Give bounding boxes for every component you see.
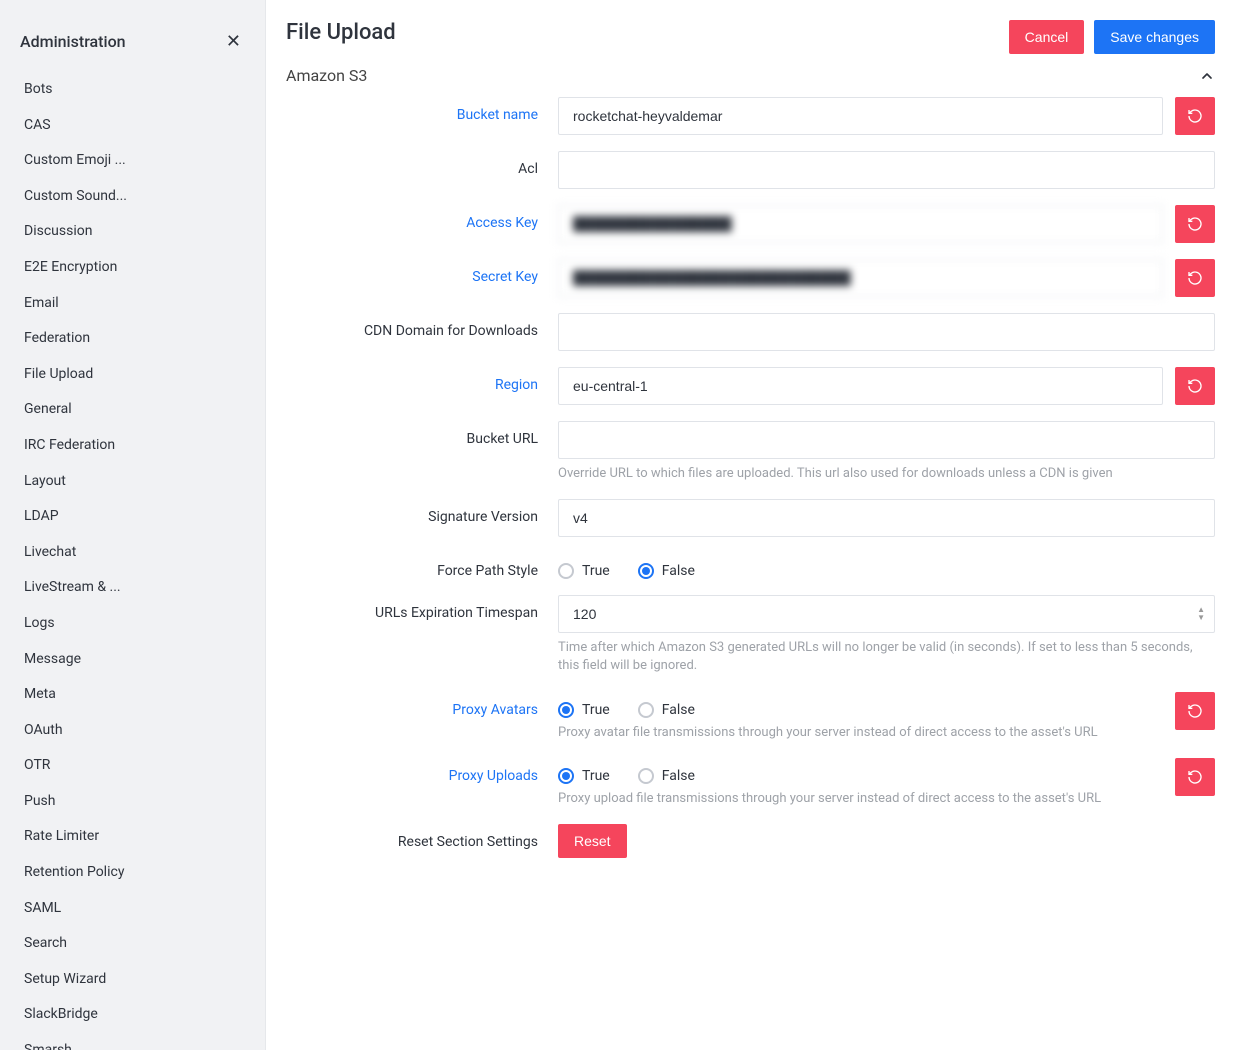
row-region: Region <box>286 367 1215 405</box>
input-cdn-domain[interactable] <box>558 313 1215 351</box>
section-header[interactable]: Amazon S3 <box>286 62 1215 97</box>
help-bucket-url: Override URL to which files are uploaded… <box>558 465 1215 483</box>
sidebar-title: Administration <box>20 32 126 51</box>
sidebar-item-search[interactable]: Search <box>0 926 265 962</box>
row-acl: Acl <box>286 151 1215 189</box>
sidebar-item-retention-policy[interactable]: Retention Policy <box>0 855 265 891</box>
label-cdn-domain: CDN Domain for Downloads <box>286 313 538 339</box>
header-actions: Cancel Save changes <box>1009 20 1215 54</box>
row-cdn-domain: CDN Domain for Downloads <box>286 313 1215 351</box>
label-bucket-name: Bucket name <box>286 97 538 123</box>
radio-proxy-avatars-false[interactable]: False <box>638 702 695 718</box>
reset-proxy-avatars-button[interactable] <box>1175 692 1215 730</box>
page-title: File Upload <box>286 20 396 45</box>
page-header: File Upload Cancel Save changes <box>286 20 1215 54</box>
sidebar-item-file-upload[interactable]: File Upload <box>0 357 265 393</box>
radio-proxy-avatars: True False <box>558 692 1163 718</box>
reset-region-button[interactable] <box>1175 367 1215 405</box>
row-proxy-avatars: Proxy Avatars True False Proxy avatar fi… <box>286 692 1215 742</box>
sidebar-item-irc-federation[interactable]: IRC Federation <box>0 428 265 464</box>
sidebar-item-push[interactable]: Push <box>0 784 265 820</box>
input-acl[interactable] <box>558 151 1215 189</box>
reset-access-key-button[interactable] <box>1175 205 1215 243</box>
radio-proxy-avatars-true[interactable]: True <box>558 702 610 718</box>
reset-secret-key-button[interactable] <box>1175 259 1215 297</box>
main-content: File Upload Cancel Save changes Amazon S… <box>266 0 1245 1050</box>
sidebar-item-saml[interactable]: SAML <box>0 891 265 927</box>
input-signature-version[interactable] <box>558 499 1215 537</box>
input-bucket-url[interactable] <box>558 421 1215 459</box>
input-urls-expiration[interactable] <box>558 595 1215 633</box>
label-force-path-style: Force Path Style <box>286 553 538 579</box>
sidebar-header: Administration ✕ <box>0 18 265 72</box>
input-secret-key[interactable] <box>558 259 1163 297</box>
sidebar-item-custom-sound[interactable]: Custom Sound... <box>0 179 265 215</box>
label-proxy-avatars: Proxy Avatars <box>286 692 538 718</box>
reset-bucket-name-button[interactable] <box>1175 97 1215 135</box>
sidebar-item-custom-emoji[interactable]: Custom Emoji ... <box>0 143 265 179</box>
sidebar-item-rate-limiter[interactable]: Rate Limiter <box>0 819 265 855</box>
sidebar-item-livestream[interactable]: LiveStream & ... <box>0 570 265 606</box>
save-changes-button[interactable]: Save changes <box>1094 20 1215 54</box>
sidebar-item-bots[interactable]: Bots <box>0 72 265 108</box>
sidebar-item-e2e-encryption[interactable]: E2E Encryption <box>0 250 265 286</box>
radio-force-path-true[interactable]: True <box>558 563 610 579</box>
row-bucket-url: Bucket URL Override URL to which files a… <box>286 421 1215 483</box>
help-urls-expiration: Time after which Amazon S3 generated URL… <box>558 639 1215 675</box>
row-urls-expiration: URLs Expiration Timespan ▲▼ Time after w… <box>286 595 1215 675</box>
sidebar-item-slackbridge[interactable]: SlackBridge <box>0 997 265 1033</box>
row-access-key: Access Key <box>286 205 1215 243</box>
label-signature-version: Signature Version <box>286 499 538 525</box>
input-bucket-name[interactable] <box>558 97 1163 135</box>
label-urls-expiration: URLs Expiration Timespan <box>286 595 538 621</box>
sidebar-item-livechat[interactable]: Livechat <box>0 535 265 571</box>
row-force-path-style: Force Path Style True False <box>286 553 1215 579</box>
row-reset-section: Reset Section Settings Reset <box>286 824 1215 858</box>
help-proxy-avatars: Proxy avatar file transmissions through … <box>558 724 1163 742</box>
sidebar-item-federation[interactable]: Federation <box>0 321 265 357</box>
sidebar-item-cas[interactable]: CAS <box>0 108 265 144</box>
sidebar-item-email[interactable]: Email <box>0 286 265 322</box>
sidebar-item-layout[interactable]: Layout <box>0 464 265 500</box>
reset-proxy-uploads-button[interactable] <box>1175 758 1215 796</box>
sidebar: Administration ✕ BotsCASCustom Emoji ...… <box>0 0 266 1050</box>
sidebar-item-oauth[interactable]: OAuth <box>0 713 265 749</box>
input-region[interactable] <box>558 367 1163 405</box>
radio-force-path-style: True False <box>558 553 1215 579</box>
sidebar-item-smarsh[interactable]: Smarsh <box>0 1033 265 1050</box>
row-proxy-uploads: Proxy Uploads True False Proxy upload fi… <box>286 758 1215 808</box>
radio-proxy-uploads-true[interactable]: True <box>558 768 610 784</box>
label-access-key: Access Key <box>286 205 538 231</box>
row-bucket-name: Bucket name <box>286 97 1215 135</box>
chevron-up-icon[interactable] <box>1199 68 1215 84</box>
reset-section-button[interactable]: Reset <box>558 824 627 858</box>
label-secret-key: Secret Key <box>286 259 538 285</box>
help-proxy-uploads: Proxy upload file transmissions through … <box>558 790 1163 808</box>
sidebar-item-discussion[interactable]: Discussion <box>0 214 265 250</box>
label-acl: Acl <box>286 151 538 177</box>
cancel-button[interactable]: Cancel <box>1009 20 1085 54</box>
section-title: Amazon S3 <box>286 66 367 85</box>
radio-proxy-uploads: True False <box>558 758 1163 784</box>
row-secret-key: Secret Key <box>286 259 1215 297</box>
label-proxy-uploads: Proxy Uploads <box>286 758 538 784</box>
sidebar-item-logs[interactable]: Logs <box>0 606 265 642</box>
sidebar-item-message[interactable]: Message <box>0 642 265 678</box>
sidebar-item-general[interactable]: General <box>0 392 265 428</box>
label-region: Region <box>286 367 538 393</box>
radio-proxy-uploads-false[interactable]: False <box>638 768 695 784</box>
label-reset-section: Reset Section Settings <box>286 824 538 850</box>
sidebar-item-meta[interactable]: Meta <box>0 677 265 713</box>
input-access-key[interactable] <box>558 205 1163 243</box>
sidebar-item-otr[interactable]: OTR <box>0 748 265 784</box>
sidebar-item-ldap[interactable]: LDAP <box>0 499 265 535</box>
sidebar-item-setup-wizard[interactable]: Setup Wizard <box>0 962 265 998</box>
close-icon[interactable]: ✕ <box>222 28 245 54</box>
label-bucket-url: Bucket URL <box>286 421 538 447</box>
radio-force-path-false[interactable]: False <box>638 563 695 579</box>
sidebar-list: BotsCASCustom Emoji ...Custom Sound...Di… <box>0 72 265 1050</box>
row-signature-version: Signature Version <box>286 499 1215 537</box>
